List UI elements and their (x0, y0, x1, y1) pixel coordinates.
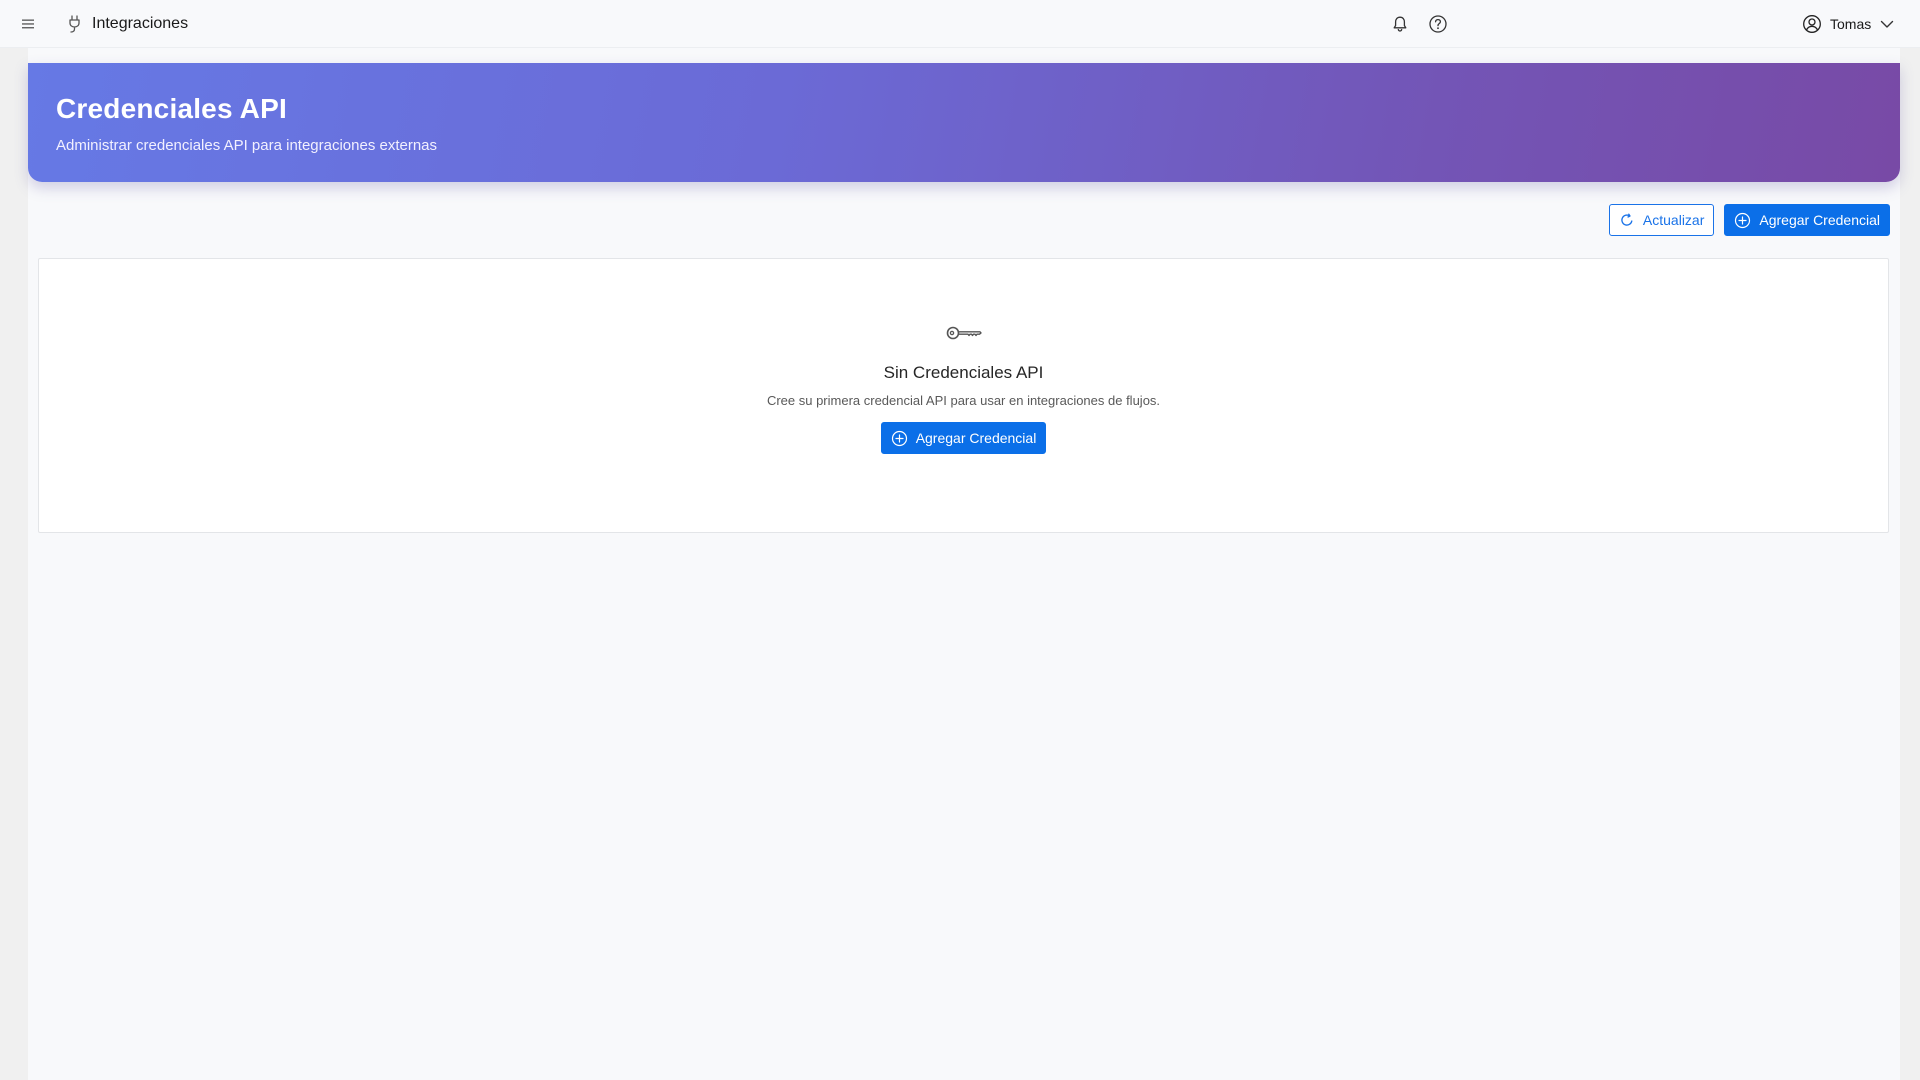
empty-state-add-credential-label: Agregar Credencial (915, 430, 1037, 446)
page-header-banner: Credenciales API Administrar credenciale… (28, 63, 1900, 182)
notifications-button[interactable] (1388, 12, 1412, 36)
add-credential-button-label: Agregar Credencial (1759, 212, 1880, 228)
empty-state: Sin Credenciales API Cree su primera cre… (39, 323, 1888, 454)
user-name: Tomas (1830, 16, 1872, 32)
chevron-down-icon (1881, 20, 1894, 28)
refresh-icon (1621, 213, 1633, 226)
plug-icon (69, 15, 80, 33)
empty-state-title: Sin Credenciales API (883, 363, 1044, 382)
empty-state-add-credential-button[interactable]: Agregar Credencial (880, 422, 1047, 454)
menu-button[interactable] (18, 14, 38, 34)
plus-circle-icon (1735, 212, 1751, 228)
plus-circle-icon (891, 430, 907, 446)
page-title: Credenciales API (56, 93, 287, 124)
key-icon (946, 326, 982, 340)
refresh-button-label: Actualizar (1642, 212, 1705, 228)
bell-icon (1393, 16, 1407, 32)
refresh-button[interactable]: Actualizar (1608, 204, 1715, 236)
empty-state-card: Sin Credenciales API Cree su primera cre… (38, 258, 1889, 533)
app-title-group: Integraciones (66, 12, 188, 36)
user-menu[interactable]: Tomas (1802, 12, 1899, 36)
app-title: Integraciones (92, 15, 189, 32)
user-icon (1803, 15, 1821, 33)
help-icon (1429, 15, 1447, 33)
menu-icon (22, 19, 34, 29)
toolbar: Actualizar Agregar Credencial (1608, 204, 1890, 236)
top-bar: Integraciones Tomas (0, 0, 1920, 48)
page-subtitle: Administrar credenciales API para integr… (56, 137, 438, 154)
empty-state-description: Cree su primera credencial API para usar… (766, 393, 1161, 408)
help-button[interactable] (1426, 12, 1450, 36)
main-content: Credenciales API Administrar credenciale… (28, 48, 1900, 1080)
add-credential-button[interactable]: Agregar Credencial (1724, 204, 1890, 236)
